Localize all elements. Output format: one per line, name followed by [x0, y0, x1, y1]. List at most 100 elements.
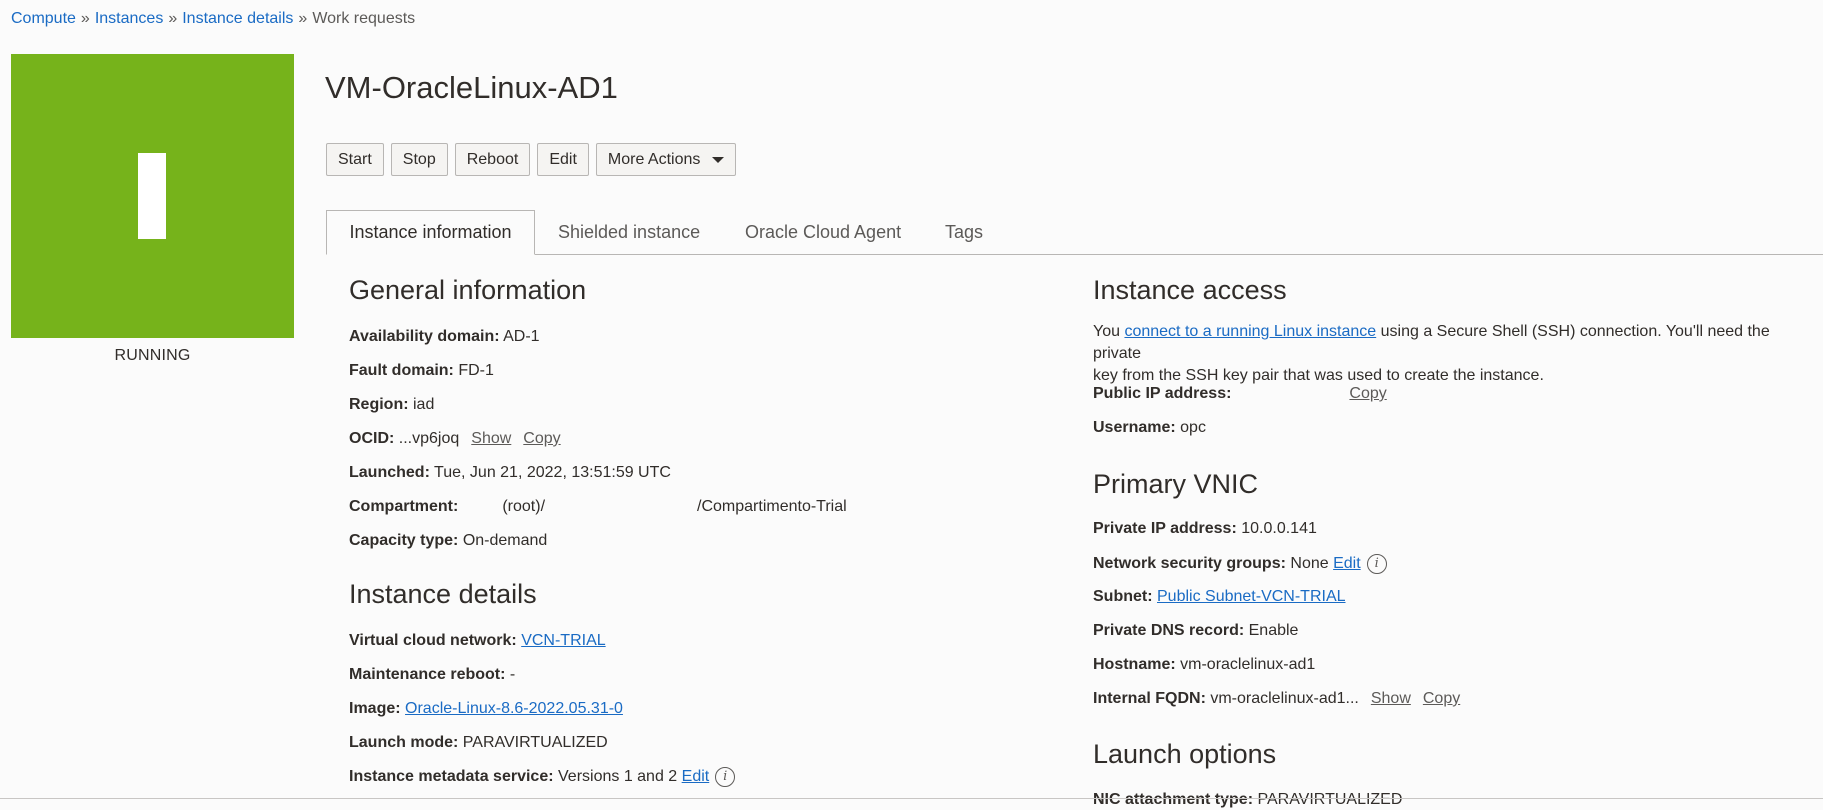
field-value: (root)/ [502, 498, 546, 515]
breadcrumb-instances[interactable]: Instances [95, 10, 163, 27]
field-value: 10.0.0.141 [1241, 520, 1317, 537]
breadcrumb-separator: » [80, 10, 90, 27]
internal-fqdn-row: Internal FQDN: vm-oraclelinux-ad1... Show… [1093, 690, 1460, 708]
instance-letter-glyph [138, 153, 166, 239]
breadcrumb-compute[interactable]: Compute [11, 10, 76, 27]
private-ip-row: Private IP address: 10.0.0.141 [1093, 520, 1317, 538]
launched-row: Launched: Tue, Jun 21, 2022, 13:51:59 UT… [349, 464, 671, 482]
ocid-copy-link[interactable]: Copy [523, 430, 560, 447]
metadata-edit-link[interactable]: Edit [682, 768, 710, 785]
username-row: Username: opc [1093, 419, 1206, 437]
field-label: Image: [349, 700, 401, 717]
vcn-link[interactable]: VCN-TRIAL [521, 632, 605, 649]
status-label: RUNNING [114, 347, 191, 364]
hostname-row: Hostname: vm-oraclelinux-ad1 [1093, 656, 1315, 674]
fqdn-copy-link[interactable]: Copy [1423, 690, 1460, 707]
nsg-row: Network security groups: None Edit i [1093, 554, 1387, 574]
instance-details-heading: Instance details [349, 579, 537, 609]
subnet-row: Subnet: Public Subnet-VCN-TRIAL [1093, 588, 1346, 606]
fqdn-show-link[interactable]: Show [1371, 690, 1411, 707]
region-row: Region: iad [349, 396, 434, 414]
nsg-edit-link[interactable]: Edit [1333, 555, 1361, 572]
launch-options-heading: Launch options [1093, 739, 1277, 769]
field-label: Username: [1093, 419, 1176, 436]
connect-linux-instance-link[interactable]: connect to a running Linux instance [1124, 323, 1376, 340]
private-dns-row: Private DNS record: Enable [1093, 622, 1298, 640]
instance-access-heading: Instance access [1093, 275, 1287, 305]
field-label: Region: [349, 396, 409, 413]
info-icon[interactable]: i [715, 767, 736, 787]
access-text: You [1093, 323, 1125, 340]
field-label: Launched: [349, 464, 430, 481]
primary-vnic-heading: Primary VNIC [1093, 469, 1259, 499]
capacity-type-row: Capacity type: On-demand [349, 532, 547, 550]
redacted-area [458, 498, 503, 515]
field-label: Launch mode: [349, 734, 459, 751]
launch-mode-row: Launch mode: PARAVIRTUALIZED [349, 734, 608, 752]
info-icon[interactable]: i [1366, 554, 1387, 574]
field-value: AD-1 [503, 328, 540, 345]
start-button[interactable]: Start [326, 143, 384, 176]
page-title: VM-OracleLinux-AD1 [325, 70, 618, 105]
field-label: Fault domain: [349, 362, 454, 379]
field-value: None [1290, 555, 1329, 573]
field-label: Network security groups: [1093, 555, 1286, 573]
ocid-show-link[interactable]: Show [471, 430, 511, 447]
more-actions-button[interactable]: More Actions [595, 143, 737, 176]
field-label: Subnet: [1093, 588, 1153, 605]
edit-button[interactable]: Edit [537, 143, 589, 176]
field-value: Versions 1 and 2 [558, 768, 678, 786]
availability-domain-row: Availability domain: AD-1 [349, 328, 540, 346]
stop-button[interactable]: Stop [390, 143, 448, 176]
field-value: - [509, 666, 516, 683]
nic-attachment-row: NIC attachment type: PARAVIRTUALIZED [1093, 791, 1402, 809]
field-label: Availability domain: [349, 328, 500, 345]
field-value: ...vp6joq [398, 430, 460, 447]
tab-tags[interactable]: Tags [945, 210, 983, 254]
public-ip-row: Public IP address: Copy [1093, 385, 1387, 403]
field-value: vm-oraclelinux-ad1... [1210, 690, 1359, 707]
breadcrumb-separator: » [168, 10, 178, 27]
vcn-row: Virtual cloud network: VCN-TRIAL [349, 632, 606, 650]
action-toolbar: Start Stop Reboot Edit More Actions [326, 143, 737, 176]
field-value: PARAVIRTUALIZED [462, 734, 608, 751]
tab-bar: Instance information Shielded instance O… [326, 210, 1823, 255]
field-value: PARAVIRTUALIZED [1257, 791, 1403, 808]
breadcrumb: Compute» Instances» Instance details» Work … [11, 10, 415, 28]
field-value: vm-oraclelinux-ad1 [1180, 656, 1316, 673]
field-label: Maintenance reboot: [349, 666, 506, 683]
field-value: On-demand [462, 532, 548, 549]
metadata-service-row: Instance metadata service: Versions 1 an… [349, 767, 736, 787]
instance-access-description: You connect to a running Linux instance … [1093, 321, 1821, 387]
field-label: Hostname: [1093, 656, 1176, 673]
field-value: iad [413, 396, 435, 413]
tab-oracle-cloud-agent[interactable]: Oracle Cloud Agent [745, 210, 901, 254]
breadcrumb-instance-details[interactable]: Instance details [182, 10, 293, 27]
ocid-row: OCID: ...vp6joq Show Copy [349, 430, 561, 448]
reboot-button[interactable]: Reboot [454, 143, 531, 176]
field-label: OCID: [349, 430, 395, 447]
tab-instance-information[interactable]: Instance information [326, 210, 535, 255]
redacted-area [545, 498, 698, 515]
field-label: Private IP address: [1093, 520, 1237, 537]
field-value: opc [1180, 419, 1206, 436]
image-link[interactable]: Oracle-Linux-8.6-2022.05.31-0 [405, 700, 623, 717]
breadcrumb-current: Work requests [312, 10, 416, 27]
field-value: /Compartimento-Trial [697, 498, 847, 515]
more-actions-label: More Actions [607, 150, 701, 168]
field-label: Capacity type: [349, 532, 459, 549]
caret-down-icon [712, 156, 725, 163]
field-label: Instance metadata service: [349, 768, 554, 786]
field-label: Compartment: [349, 498, 459, 515]
general-information-heading: General information [349, 275, 587, 305]
image-row: Image: Oracle-Linux-8.6-2022.05.31-0 [349, 700, 623, 718]
breadcrumb-separator: » [298, 10, 308, 27]
subnet-link[interactable]: Public Subnet-VCN-TRIAL [1157, 588, 1346, 605]
field-label: Virtual cloud network: [349, 632, 517, 649]
public-ip-copy-link[interactable]: Copy [1349, 385, 1386, 402]
tab-shielded-instance[interactable]: Shielded instance [558, 210, 700, 254]
redacted-area [1231, 385, 1346, 402]
field-value: Tue, Jun 21, 2022, 13:51:59 UTC [434, 464, 671, 481]
field-label: NIC attachment type: [1093, 791, 1254, 808]
field-label: Public IP address: [1093, 385, 1232, 402]
